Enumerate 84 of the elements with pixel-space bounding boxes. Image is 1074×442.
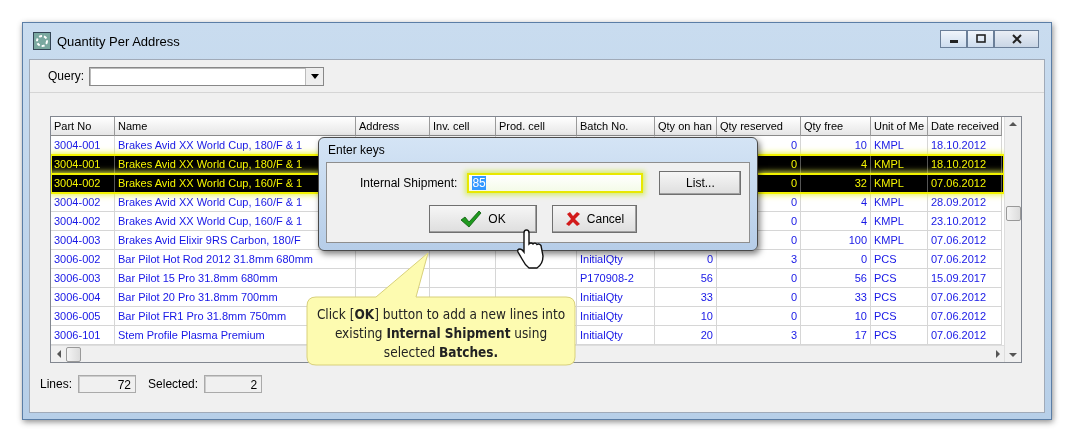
table-cell: InitialQty — [580, 329, 623, 341]
table-cell: Brakes Avid XX World Cup, 180/F & 1 — [118, 158, 303, 170]
table-cell: 4 — [860, 158, 867, 170]
window-title: Quantity Per Address — [57, 33, 180, 49]
table-cell: 33 — [854, 291, 867, 303]
table-cell: Bar Pilot FR1 Pro 31.8mm 750mm — [118, 310, 287, 322]
table-cell: 10 — [854, 310, 867, 322]
table-cell: 0 — [790, 272, 797, 284]
table-cell: KMPL — [874, 234, 904, 246]
table-cell: 32 — [854, 177, 867, 189]
table-cell: KMPL — [874, 196, 904, 208]
table-cell: Bar Pilot 20 Pro 31.8mm 700mm — [118, 291, 278, 303]
table-cell: 15.09.2017 — [931, 272, 987, 284]
table-cell: 56 — [700, 272, 713, 284]
table-cell: 0 — [790, 177, 797, 189]
table-cell: Brakes Avid XX World Cup, 160/F & 1 — [118, 215, 303, 227]
table-cell: 0 — [790, 215, 797, 227]
table-cell: 20 — [700, 329, 713, 341]
table-cell: PCS — [874, 291, 897, 303]
table-cell: PCS — [874, 253, 897, 265]
table-cell: 3004-001 — [54, 139, 101, 151]
table-cell: KMPL — [874, 158, 904, 170]
status-value: 2 — [204, 375, 263, 393]
table-cell: KMPL — [874, 139, 904, 151]
table-cell: 18.10.2012 — [931, 158, 987, 170]
table-cell: 3006-003 — [54, 272, 101, 284]
table-cell: 07.06.2012 — [931, 177, 987, 189]
field-label: Internal Shipment: — [360, 176, 458, 190]
table-cell: 56 — [854, 272, 867, 284]
table-cell: 3004-003 — [54, 234, 101, 246]
table-cell: 28.09.2012 — [931, 196, 987, 208]
table-cell: Brakes Avid Elixir 9RS Carbon, 180/F — [118, 234, 301, 246]
table-cell: InitialQty — [580, 253, 623, 265]
table-cell: 3 — [790, 253, 797, 265]
table-cell: 07.06.2012 — [931, 329, 987, 341]
table-cell: Brakes Avid XX World Cup, 160/F & 1 — [118, 196, 303, 208]
status-value: 72 — [78, 375, 137, 393]
table-cell: 3006-002 — [54, 253, 101, 265]
table-cell: 0 — [790, 196, 797, 208]
table-cell: 0 — [790, 291, 797, 303]
table-cell: 0 — [706, 253, 713, 265]
table-cell: 0 — [790, 158, 797, 170]
table-cell: 10 — [854, 139, 867, 151]
table-cell: 10 — [700, 310, 713, 322]
table-cell: 3006-101 — [54, 329, 101, 341]
table-cell: KMPL — [874, 177, 904, 189]
table-cell: 3004-002 — [54, 196, 101, 208]
table-cell: 3004-002 — [54, 215, 101, 227]
table-cell: 100 — [848, 234, 867, 246]
table-cell: 4 — [860, 215, 867, 227]
table-cell: 0 — [790, 310, 797, 322]
table-cell: 23.10.2012 — [931, 215, 987, 227]
table-cell: Stem Profile Plasma Premium — [118, 329, 265, 341]
table-cell: 3006-004 — [54, 291, 101, 303]
table-cell: 3004-002 — [54, 177, 101, 189]
table-cell: PCS — [874, 272, 897, 284]
table-cell: Brakes Avid XX World Cup, 180/F & 1 — [118, 139, 303, 151]
table-cell: 33 — [700, 291, 713, 303]
table-cell: Bar Pilot Hot Rod 2012 31.8mm 680mm — [118, 253, 314, 265]
table-cell: PCS — [874, 329, 897, 341]
status-label: Selected: — [148, 377, 199, 391]
table-cell: 07.06.2012 — [931, 310, 987, 322]
table-cell: 0 — [860, 253, 867, 265]
table-cell: 3004-001 — [54, 158, 101, 170]
table-cell: InitialQty — [580, 310, 623, 322]
dialog-title: Enter keys — [327, 142, 386, 159]
table-cell: 0 — [790, 234, 797, 246]
table-cell: 18.10.2012 — [931, 139, 987, 151]
table-cell: Bar Pilot 15 Pro 31.8mm 680mm — [118, 272, 278, 284]
table-cell: 3006-005 — [54, 310, 101, 322]
table-cell: InitialQty — [580, 291, 623, 303]
table-cell: 3 — [790, 329, 797, 341]
table-cell: 4 — [860, 196, 867, 208]
query-label: Query: — [48, 69, 84, 83]
table-cell: P170908-2 — [580, 272, 634, 284]
table-cell: 17 — [854, 329, 867, 341]
status-label: Lines: — [40, 377, 73, 391]
table-cell: 07.06.2012 — [931, 234, 987, 246]
table-cell: 0 — [790, 139, 797, 151]
table-cell: Brakes Avid XX World Cup, 160/F & 1 — [118, 177, 303, 189]
table-cell: 07.06.2012 — [931, 253, 987, 265]
table-cell: PCS — [874, 310, 897, 322]
table-cell: KMPL — [874, 215, 904, 227]
table-cell: 07.06.2012 — [931, 291, 987, 303]
